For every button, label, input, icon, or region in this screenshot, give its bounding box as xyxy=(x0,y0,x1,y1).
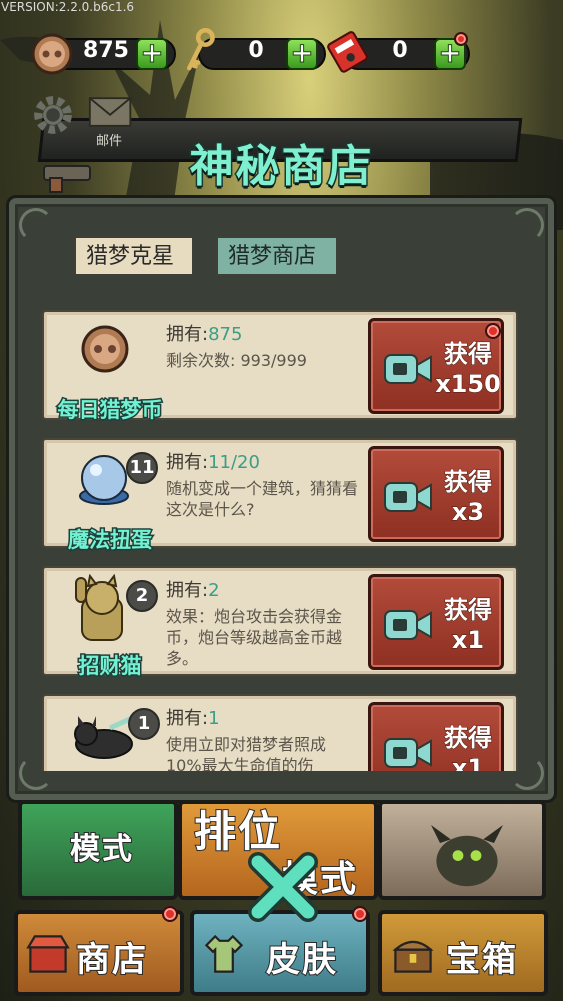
nav-shop[interactable]: 商店 xyxy=(14,910,184,996)
owned-count: 拥有:875 xyxy=(166,320,242,346)
get-button-label: 获得 x3 xyxy=(433,467,503,527)
get-button[interactable]: 获得 x1 xyxy=(368,574,504,670)
close-icon[interactable] xyxy=(248,852,318,922)
key-value: 0 xyxy=(248,38,264,63)
owned-prefix: 拥有: xyxy=(166,324,209,345)
coin-value: 875 xyxy=(83,38,129,63)
owned-value: 11/20 xyxy=(208,452,260,473)
ticket-value: 0 xyxy=(392,38,408,63)
item-description: 效果：炮台攻击会获得金币，炮台等级越高金币越多。 xyxy=(166,607,343,668)
item-description: 使用立即对猎梦者照成10%最大生命值的伤 xyxy=(166,735,327,771)
notification-dot xyxy=(485,323,501,339)
shirt-icon xyxy=(204,934,244,973)
owned-value: 1 xyxy=(208,708,220,729)
video-icon xyxy=(384,482,432,512)
video-icon xyxy=(384,738,432,768)
get-quantity: x1 xyxy=(451,626,485,655)
item-description: 随机变成一个建筑，猜猜看这次是什么? xyxy=(166,479,359,519)
count-badge: 1 xyxy=(128,708,160,740)
coin-currency: 875 + xyxy=(30,33,176,75)
get-button-label: 获得 x1 xyxy=(433,723,503,772)
list-item: 11 魔法扭蛋 拥有:11/20 随机变成一个建筑，猜猜看这次是什么? 获得 x3 xyxy=(42,438,518,554)
list-item: 1 拥有:1 使用立即对猎梦者照成10%最大生命值的伤 获得 x1 xyxy=(42,694,518,771)
skin-notification-dot xyxy=(352,906,368,922)
nav-chest[interactable]: 宝箱 xyxy=(378,910,548,996)
get-quantity: x3 xyxy=(451,498,485,527)
tab-dream-nemesis[interactable]: 猎梦克星 xyxy=(74,236,194,276)
count-badge: 2 xyxy=(126,580,158,612)
ticket-currency: 0 + xyxy=(324,31,474,73)
get-button-label: 获得 x150 xyxy=(433,339,503,399)
video-icon xyxy=(384,610,432,640)
rank-tile-label: 排位 xyxy=(193,806,283,857)
owned-value: 875 xyxy=(208,324,243,345)
shop-notification-dot xyxy=(162,906,178,922)
video-icon xyxy=(384,354,432,384)
coin-icon xyxy=(81,325,129,373)
key-currency: 0 + xyxy=(180,28,326,72)
panel-ornament xyxy=(19,208,53,242)
owned-prefix: 拥有: xyxy=(166,452,209,473)
owned-count: 拥有:1 xyxy=(166,704,220,730)
lucky-cat-icon xyxy=(75,574,123,641)
shop-icon xyxy=(26,935,70,973)
tab-dream-shop[interactable]: 猎梦商店 xyxy=(216,236,338,276)
mail-icon xyxy=(88,97,132,127)
get-quantity: x150 xyxy=(435,370,502,399)
owned-prefix: 拥有: xyxy=(166,708,209,729)
item-name: 魔法扭蛋 xyxy=(67,527,154,554)
nav-skin-label: 皮肤 xyxy=(265,939,338,981)
mode-tile[interactable]: 模式 xyxy=(18,800,178,900)
add-coin-button[interactable]: + xyxy=(136,38,168,70)
item-list[interactable]: 每日猎梦币 拥有:875 剩余次数: 993/999 获得 x150 11 魔法… xyxy=(42,306,522,771)
owned-prefix: 拥有: xyxy=(166,580,209,601)
owned-count: 拥有:2 xyxy=(166,576,220,602)
mode-tile-label: 模式 xyxy=(69,831,134,868)
nav-chest-label: 宝箱 xyxy=(445,939,518,981)
owned-value: 2 xyxy=(208,580,220,601)
get-label: 获得 xyxy=(444,340,493,369)
monster-icon xyxy=(431,825,503,887)
list-item: 每日猎梦币 拥有:875 剩余次数: 993/999 获得 x150 xyxy=(42,310,518,424)
list-item: 2 招财猫 拥有:2 效果：炮台攻击会获得金币，炮台等级越高金币越多。 获得 x1 xyxy=(42,566,518,680)
ticket-icon xyxy=(327,31,368,73)
game-screen: 模式 排位 模式 商店 皮肤 宝箱 VERSION:2.2.0.b6c1.6 8… xyxy=(0,0,563,1001)
get-label: 获得 xyxy=(444,468,493,497)
page-title: 神秘商店 xyxy=(188,140,374,194)
nav-shop-label: 商店 xyxy=(75,939,148,981)
get-label: 获得 xyxy=(444,724,493,753)
gacha-ball-icon xyxy=(79,455,129,505)
panel-ornament xyxy=(510,208,544,242)
get-button[interactable]: 获得 x3 xyxy=(368,446,504,542)
get-quantity: x1 xyxy=(451,754,485,772)
item-description: 剩余次数: 993/999 xyxy=(166,351,307,370)
count-badge: 11 xyxy=(126,452,158,484)
get-button-label: 获得 x1 xyxy=(433,595,503,655)
owned-count: 拥有:11/20 xyxy=(166,448,260,474)
get-button[interactable]: 获得 x1 xyxy=(368,702,504,771)
item-name: 每日猎梦币 xyxy=(56,397,164,424)
ticket-notification-dot xyxy=(454,32,468,46)
monster-tile[interactable] xyxy=(378,800,546,900)
get-button[interactable]: 获得 x150 xyxy=(368,318,504,414)
add-key-button[interactable]: + xyxy=(286,38,318,70)
version-label: VERSION:2.2.0.b6c1.6 xyxy=(1,0,135,14)
coin-icon xyxy=(31,33,73,75)
nav-skin[interactable]: 皮肤 xyxy=(190,910,370,996)
item-name: 招财猫 xyxy=(77,653,143,680)
chest-icon xyxy=(392,940,434,973)
get-label: 获得 xyxy=(444,596,493,625)
key-icon xyxy=(186,28,215,71)
